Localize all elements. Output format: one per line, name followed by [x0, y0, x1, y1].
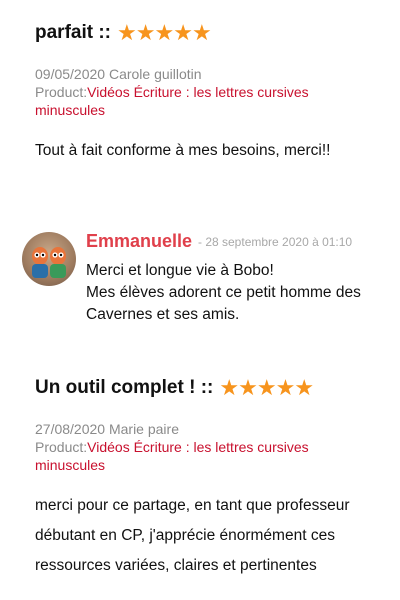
review-product: Product:Vidéos Écriture : les lettres cu…	[35, 438, 380, 474]
product-prefix: Product:	[35, 84, 88, 100]
reply-line: Mes élèves adorent ce petit homme des Ca…	[86, 284, 361, 323]
star-icon: ★	[275, 375, 296, 400]
review-date-author: 09/05/2020 Carole guillotin	[35, 66, 202, 82]
star-icon: ★	[117, 20, 137, 45]
review-date-author: 27/08/2020 Marie paire	[35, 421, 179, 437]
star-icon: ★	[256, 375, 277, 400]
rating-stars: ★ ★ ★ ★ ★	[219, 375, 314, 400]
review-text: Tout à fait conforme à mes besoins, merc…	[35, 142, 331, 159]
review-text: merci pour ce partage, en tant que profe…	[35, 497, 350, 574]
reply-author: Emmanuelle	[86, 231, 193, 251]
review-title-row: Un outil complet ! :: ★ ★ ★ ★ ★	[35, 377, 380, 399]
star-icon: ★	[173, 20, 193, 45]
reply-card: Emmanuelle - 28 septembre 2020 à 01:10 M…	[12, 226, 388, 330]
product-prefix: Product:	[35, 439, 88, 455]
star-icon: ★	[135, 20, 156, 45]
review-title-row: parfait :: ★ ★ ★ ★ ★	[35, 22, 380, 44]
star-icon: ★	[191, 20, 212, 45]
reply-line: Merci et longue vie à Bobo!	[86, 262, 274, 279]
star-icon: ★	[154, 20, 174, 45]
review-card: Un outil complet ! :: ★ ★ ★ ★ ★ 27/08/20…	[35, 377, 380, 581]
review-title: parfait ::	[35, 22, 111, 43]
star-icon: ★	[238, 375, 258, 400]
review-title: Un outil complet ! ::	[35, 377, 214, 398]
reply-date: - 28 septembre 2020 à 01:10	[198, 235, 353, 249]
rating-stars: ★ ★ ★ ★ ★	[117, 20, 212, 45]
review-product: Product:Vidéos Écriture : les lettres cu…	[35, 83, 380, 119]
reply-text: Merci et longue vie à Bobo! Mes élèves a…	[86, 260, 388, 326]
star-icon: ★	[294, 375, 314, 400]
star-icon: ★	[219, 375, 239, 400]
avatar-figures-icon	[32, 247, 66, 278]
avatar	[22, 232, 76, 286]
review-card: parfait :: ★ ★ ★ ★ ★ 09/05/2020 Carole g…	[35, 22, 380, 166]
